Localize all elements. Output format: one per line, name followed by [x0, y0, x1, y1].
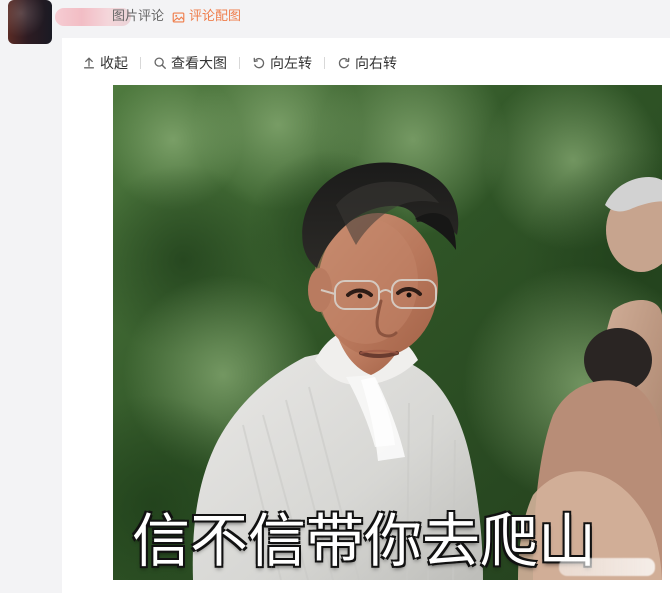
source-label: 图片评论 — [112, 9, 165, 24]
toolbar-divider — [324, 57, 325, 69]
avatar[interactable] — [8, 0, 52, 44]
comment-image-link[interactable]: 评论配图 — [172, 8, 241, 26]
image-toolbar: 收起 查看大图 向左转 向右转 — [82, 52, 397, 74]
comment-source-line: 图片评论 评论配图 — [112, 8, 241, 26]
rotate-left-button[interactable]: 向左转 — [252, 53, 312, 73]
comment-image-link-label: 评论配图 — [189, 9, 242, 24]
rotate-left-label: 向左转 — [270, 56, 312, 72]
image-preview-panel: 收起 查看大图 向左转 向右转 信不信带你去爬山 — [62, 38, 670, 593]
rotate-left-icon — [253, 57, 265, 69]
rotate-right-icon — [338, 57, 350, 69]
watermark-blurred — [559, 558, 655, 576]
collapse-button[interactable]: 收起 — [82, 53, 128, 73]
view-large-button[interactable]: 查看大图 — [153, 53, 227, 73]
image-icon — [172, 11, 185, 23]
comment-image[interactable]: 信不信带你去爬山 — [113, 85, 662, 580]
search-icon — [154, 57, 166, 69]
view-large-label: 查看大图 — [171, 56, 227, 72]
collapse-label: 收起 — [100, 56, 128, 72]
comment-photo — [113, 85, 662, 580]
rotate-right-button[interactable]: 向右转 — [337, 53, 397, 73]
toolbar-divider — [140, 57, 141, 69]
toolbar-divider — [239, 57, 240, 69]
rotate-right-label: 向右转 — [355, 56, 397, 72]
arrow-up-icon — [83, 57, 95, 69]
